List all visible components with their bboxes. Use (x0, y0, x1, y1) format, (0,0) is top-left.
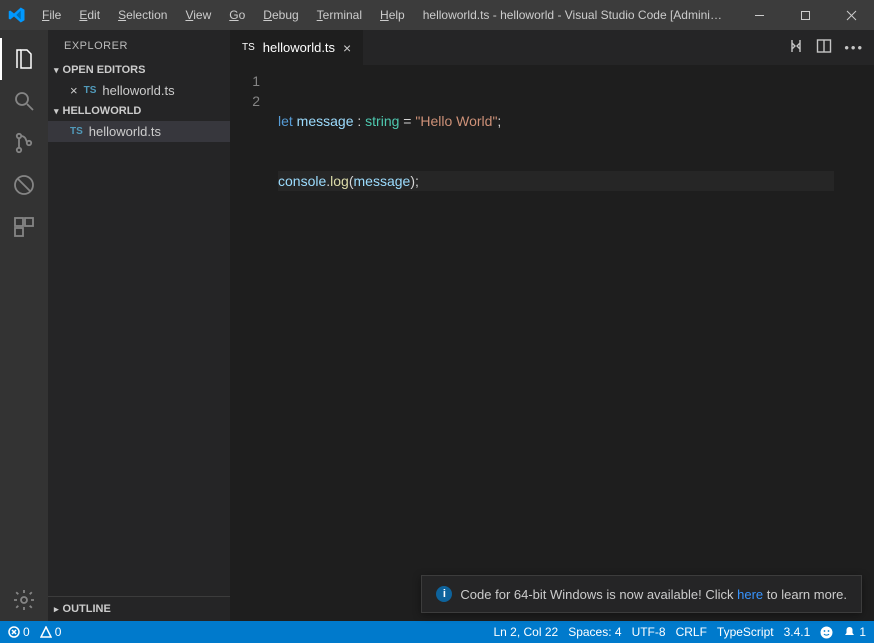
editor-area: TS helloworld.ts × ••• 1 2 let message :… (230, 30, 874, 621)
open-editors-section[interactable]: ▾ OPEN EDITORS (48, 60, 230, 80)
status-language[interactable]: TypeScript (717, 625, 774, 639)
settings-gear-icon[interactable] (0, 579, 48, 621)
menu-debug[interactable]: Debug (255, 4, 306, 26)
search-icon[interactable] (0, 80, 48, 122)
status-bar: 0 0 Ln 2, Col 22 Spaces: 4 UTF-8 CRLF Ty… (0, 621, 874, 643)
title-bar: File Edit Selection View Go Debug Termin… (0, 0, 874, 30)
status-warnings[interactable]: 0 (40, 625, 62, 639)
extensions-icon[interactable] (0, 206, 48, 248)
explorer-sidebar: EXPLORER ▾ OPEN EDITORS × TS helloworld.… (48, 30, 230, 621)
chevron-down-icon: ▾ (54, 106, 59, 117)
status-errors[interactable]: 0 (8, 625, 30, 639)
status-eol[interactable]: CRLF (676, 625, 707, 639)
line-gutter: 1 2 (230, 71, 278, 621)
source-control-icon[interactable] (0, 122, 48, 164)
menu-terminal[interactable]: Terminal (309, 4, 370, 26)
explorer-icon[interactable] (0, 38, 48, 80)
split-editor-icon[interactable] (816, 38, 832, 57)
close-icon[interactable]: × (70, 83, 78, 98)
window-close-button[interactable] (828, 0, 874, 30)
typescript-file-icon: TS (242, 42, 255, 53)
menu-go[interactable]: Go (221, 4, 253, 26)
menu-help[interactable]: Help (372, 4, 413, 26)
file-tree-item[interactable]: TS helloworld.ts (48, 121, 230, 142)
outline-section[interactable]: ▸ OUTLINE (48, 596, 230, 621)
compare-changes-icon[interactable] (788, 38, 804, 57)
window-minimize-button[interactable] (736, 0, 782, 30)
menu-file[interactable]: File (34, 4, 69, 26)
status-notifications[interactable]: 1 (843, 625, 866, 639)
menu-edit[interactable]: Edit (71, 4, 108, 26)
more-actions-icon[interactable]: ••• (844, 40, 864, 55)
menu-selection[interactable]: Selection (110, 4, 175, 26)
notification-link[interactable]: here (737, 587, 763, 602)
menu-bar: File Edit Selection View Go Debug Termin… (34, 4, 413, 26)
status-cursor-position[interactable]: Ln 2, Col 22 (493, 625, 558, 639)
typescript-file-icon: TS (70, 126, 83, 137)
open-editor-item[interactable]: × TS helloworld.ts (48, 80, 230, 101)
menu-view[interactable]: View (177, 4, 219, 26)
editor-tab[interactable]: TS helloworld.ts × (230, 30, 364, 65)
window-title: helloworld.ts - helloworld - Visual Stud… (413, 8, 736, 22)
chevron-down-icon: ▾ (54, 65, 59, 76)
status-indentation[interactable]: Spaces: 4 (568, 625, 621, 639)
code-content[interactable]: let message : string = "Hello World"; co… (278, 71, 874, 621)
window-maximize-button[interactable] (782, 0, 828, 30)
editor-tabs: TS helloworld.ts × ••• (230, 30, 874, 65)
vscode-logo-icon (0, 6, 34, 24)
typescript-file-icon: TS (84, 85, 97, 96)
folder-section[interactable]: ▾ HELLOWORLD (48, 101, 230, 121)
debug-icon[interactable] (0, 164, 48, 206)
notification-toast: i Code for 64-bit Windows is now availab… (421, 575, 862, 613)
code-editor[interactable]: 1 2 let message : string = "Hello World"… (230, 65, 874, 621)
chevron-right-icon: ▸ (54, 604, 59, 615)
tab-filename: helloworld.ts (263, 40, 335, 55)
close-tab-icon[interactable]: × (343, 40, 351, 56)
explorer-title: EXPLORER (48, 30, 230, 60)
activity-bar (0, 30, 48, 621)
status-encoding[interactable]: UTF-8 (632, 625, 666, 639)
status-ts-version[interactable]: 3.4.1 (784, 625, 811, 639)
status-feedback-icon[interactable] (820, 626, 833, 639)
info-icon: i (436, 586, 452, 602)
